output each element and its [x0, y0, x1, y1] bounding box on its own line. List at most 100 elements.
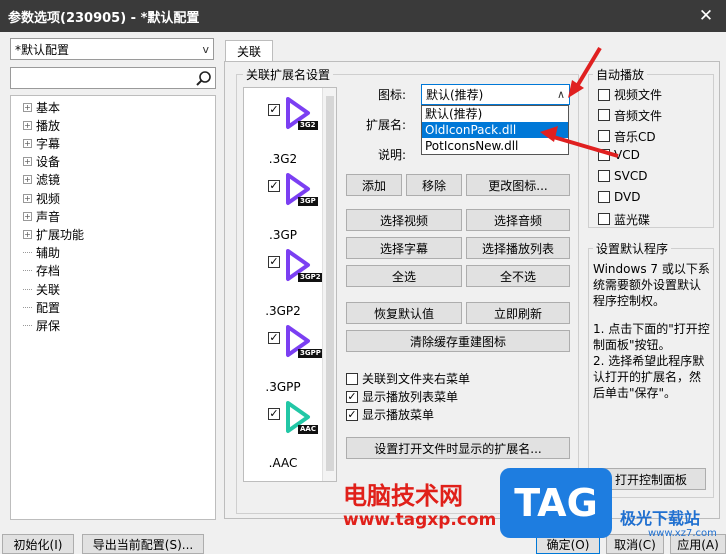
- tree-item[interactable]: + 基本: [23, 98, 60, 116]
- expand-icon[interactable]: +: [23, 138, 32, 148]
- autoplay-checkbox-row[interactable]: SVCD: [598, 169, 647, 183]
- extension-item[interactable]: ✓ 3G2 .3G2: [244, 96, 322, 176]
- set-open-ext-button[interactable]: 设置打开文件时显示的扩展名...: [346, 437, 570, 459]
- close-icon[interactable]: ✕: [686, 6, 726, 26]
- option-checkbox-row[interactable]: ✓ 显示播放菜单: [346, 406, 434, 423]
- chevron-down-icon: v: [202, 42, 209, 56]
- select-audio-button[interactable]: 选择音频: [466, 209, 570, 231]
- tree-connector: [23, 252, 32, 254]
- tree-item-label: 字幕: [36, 136, 61, 151]
- extension-checkbox[interactable]: ✓: [268, 408, 280, 420]
- icon-select-value: 默认(推荐): [426, 88, 484, 102]
- check-icon: ✓: [269, 179, 279, 192]
- autoplay-checkbox[interactable]: [598, 170, 610, 183]
- tree-connector: [23, 306, 32, 308]
- tab-association[interactable]: 关联: [225, 40, 273, 62]
- option-checkbox[interactable]: [346, 372, 358, 385]
- select-all-button[interactable]: 全选: [346, 265, 462, 287]
- tree-item[interactable]: 存档: [23, 262, 60, 280]
- extension-label: .3GPP: [265, 380, 301, 394]
- export-config-button[interactable]: 导出当前配置(S)...: [82, 534, 204, 554]
- clear-cache-button[interactable]: 清除缓存重建图标: [346, 330, 570, 352]
- tree-item[interactable]: + 滤镜: [23, 171, 60, 189]
- remove-button[interactable]: 移除: [406, 174, 462, 196]
- extension-item[interactable]: ✓ 3GP2 .3GP2: [244, 248, 323, 328]
- scrollbar-thumb[interactable]: [326, 96, 334, 471]
- scrollbar[interactable]: [322, 88, 336, 481]
- expand-icon[interactable]: +: [23, 120, 32, 130]
- select-video-button[interactable]: 选择视频: [346, 209, 462, 231]
- tree-item-label: 关联: [36, 282, 61, 297]
- tree-item[interactable]: 辅助: [23, 244, 60, 262]
- init-button[interactable]: 初始化(I): [2, 534, 74, 554]
- tab-label: 关联: [236, 45, 261, 59]
- check-icon: ✓: [347, 389, 357, 403]
- default-program-title: 设置默认程序: [593, 240, 672, 257]
- check-icon: ✓: [269, 331, 279, 344]
- expand-icon[interactable]: +: [23, 175, 32, 185]
- check-icon: ✓: [347, 407, 357, 421]
- tree-connector: [23, 288, 32, 290]
- tree-item[interactable]: 配置: [23, 298, 60, 316]
- extension-checkbox[interactable]: ✓: [268, 180, 280, 192]
- default-program-text: Windows 7 或以下系统需要额外设置默认程序控制权。 1. 点击下面的"打…: [593, 261, 711, 401]
- autoplay-checkbox-label: 音频文件: [614, 108, 663, 123]
- tree-item[interactable]: + 扩展功能: [23, 225, 84, 243]
- option-checkbox[interactable]: ✓: [346, 407, 358, 421]
- extension-checkbox[interactable]: ✓: [268, 332, 280, 344]
- autoplay-checkbox-row[interactable]: DVD: [598, 190, 640, 204]
- extension-checkbox[interactable]: ✓: [268, 104, 280, 116]
- description-label: 说明:: [378, 148, 407, 162]
- search-icon[interactable]: [195, 70, 212, 87]
- expand-icon[interactable]: +: [23, 193, 32, 203]
- tree-item-label: 视频: [36, 191, 61, 206]
- extension-item[interactable]: ✓ 3GP .3GP: [244, 172, 322, 252]
- tree-item[interactable]: + 声音: [23, 207, 60, 225]
- tree-item-label: 播放: [36, 118, 61, 133]
- watermark-right-url: www.xz7.com: [648, 528, 717, 539]
- select-subtitle-button[interactable]: 选择字幕: [346, 237, 462, 259]
- expand-icon[interactable]: +: [23, 211, 32, 221]
- tree-item[interactable]: + 设备: [23, 153, 60, 171]
- assoc-group-title: 关联扩展名设置: [243, 66, 334, 83]
- change-icon-button[interactable]: 更改图标...: [466, 174, 570, 196]
- default-program-step1: 1. 点击下面的"打开控制面板"按钮。: [593, 322, 710, 352]
- open-control-panel-button[interactable]: 打开控制面板: [596, 468, 706, 490]
- autoplay-checkbox[interactable]: [598, 213, 610, 226]
- search-input[interactable]: [13, 70, 189, 86]
- extension-item[interactable]: ✓ AAC .AAC: [244, 400, 322, 480]
- select-none-button[interactable]: 全不选: [466, 265, 570, 287]
- option-checkbox[interactable]: ✓: [346, 389, 358, 403]
- autoplay-checkbox[interactable]: [598, 191, 610, 203]
- extension-item[interactable]: ✓ 3GPP .3GPP: [244, 324, 323, 404]
- option-checkbox-row[interactable]: 关联到文件夹右菜单: [346, 370, 470, 387]
- tree-item[interactable]: + 播放: [23, 116, 60, 134]
- option-checkbox-label: 显示播放列表菜单: [362, 390, 459, 404]
- window-title: 参数选项(230905) - *默认配置: [8, 10, 200, 26]
- option-checkbox-label: 关联到文件夹右菜单: [362, 372, 471, 386]
- tree-item-label: 配置: [36, 300, 61, 315]
- tree-item-label: 辅助: [36, 246, 61, 261]
- default-program-step2: 2. 选择希望此程序默认打开的扩展名，然后单击"保存"。: [593, 354, 705, 400]
- refresh-now-button[interactable]: 立即刷新: [466, 302, 570, 324]
- extension-checkbox[interactable]: ✓: [268, 256, 280, 268]
- search-box: [10, 67, 216, 89]
- expand-icon[interactable]: +: [23, 157, 32, 167]
- autoplay-checkbox-row[interactable]: 蓝光碟: [598, 211, 650, 228]
- watermark-url: www.tagxp.com: [343, 510, 497, 530]
- format-badge: 3GPP: [298, 349, 323, 358]
- preset-select[interactable]: *默认配置 v: [10, 38, 214, 60]
- tree-item[interactable]: 关联: [23, 280, 60, 298]
- extension-list[interactable]: ✓ 3G2 .3G2 ✓ 3GP .3GP ✓ 3GP2 .3GP2 ✓ 3GPP .3GPP ✓ AAC…: [243, 87, 337, 482]
- expand-icon[interactable]: +: [23, 102, 32, 112]
- tree-item[interactable]: + 视频: [23, 189, 60, 207]
- expand-icon[interactable]: +: [23, 229, 32, 239]
- tree-item[interactable]: + 字幕: [23, 134, 60, 152]
- restore-default-button[interactable]: 恢复默认值: [346, 302, 462, 324]
- tree-item[interactable]: 屏保: [23, 316, 60, 334]
- autoplay-checkbox-label: 视频文件: [614, 88, 663, 102]
- autoplay-checkbox-label: 音乐CD: [614, 129, 656, 144]
- add-button[interactable]: 添加: [346, 174, 402, 196]
- select-playlist-button[interactable]: 选择播放列表: [466, 237, 570, 259]
- option-checkbox-row[interactable]: ✓ 显示播放列表菜单: [346, 388, 458, 405]
